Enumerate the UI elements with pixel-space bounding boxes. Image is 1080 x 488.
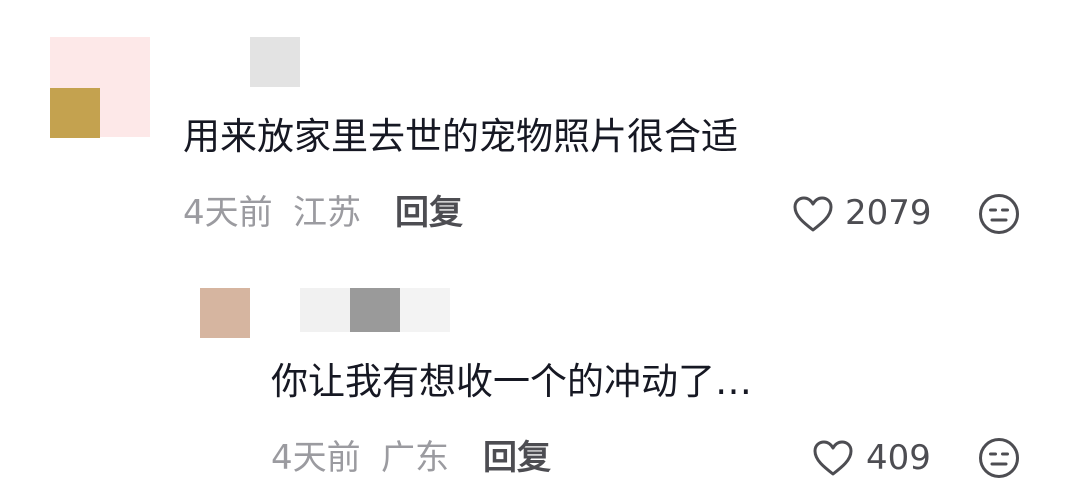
username-redacted[interactable] (350, 288, 400, 332)
reply-button[interactable]: 回复 (395, 196, 463, 230)
comment-time: 4天前 (183, 193, 273, 233)
like-count: 409 (866, 438, 931, 478)
reply-button[interactable]: 回复 (483, 441, 551, 475)
dislike-face-icon[interactable] (978, 193, 1020, 235)
like-count: 2079 (845, 193, 932, 233)
comment-text: 用来放家里去世的宠物照片很合适 (183, 115, 738, 158)
username-redacted[interactable] (300, 288, 350, 332)
avatar-image (50, 88, 100, 138)
comment-location: 江苏 (293, 193, 361, 233)
username-redacted[interactable] (250, 37, 300, 87)
heart-icon[interactable] (792, 195, 834, 233)
dislike-face-icon[interactable] (978, 437, 1020, 479)
comment-time: 4天前 (271, 438, 361, 478)
avatar[interactable] (200, 288, 250, 338)
username-redacted[interactable] (400, 288, 450, 332)
comment-location: 广东 (381, 438, 449, 478)
comment-text: 你让我有想收一个的冲动了… (271, 360, 752, 403)
heart-icon[interactable] (812, 439, 854, 477)
